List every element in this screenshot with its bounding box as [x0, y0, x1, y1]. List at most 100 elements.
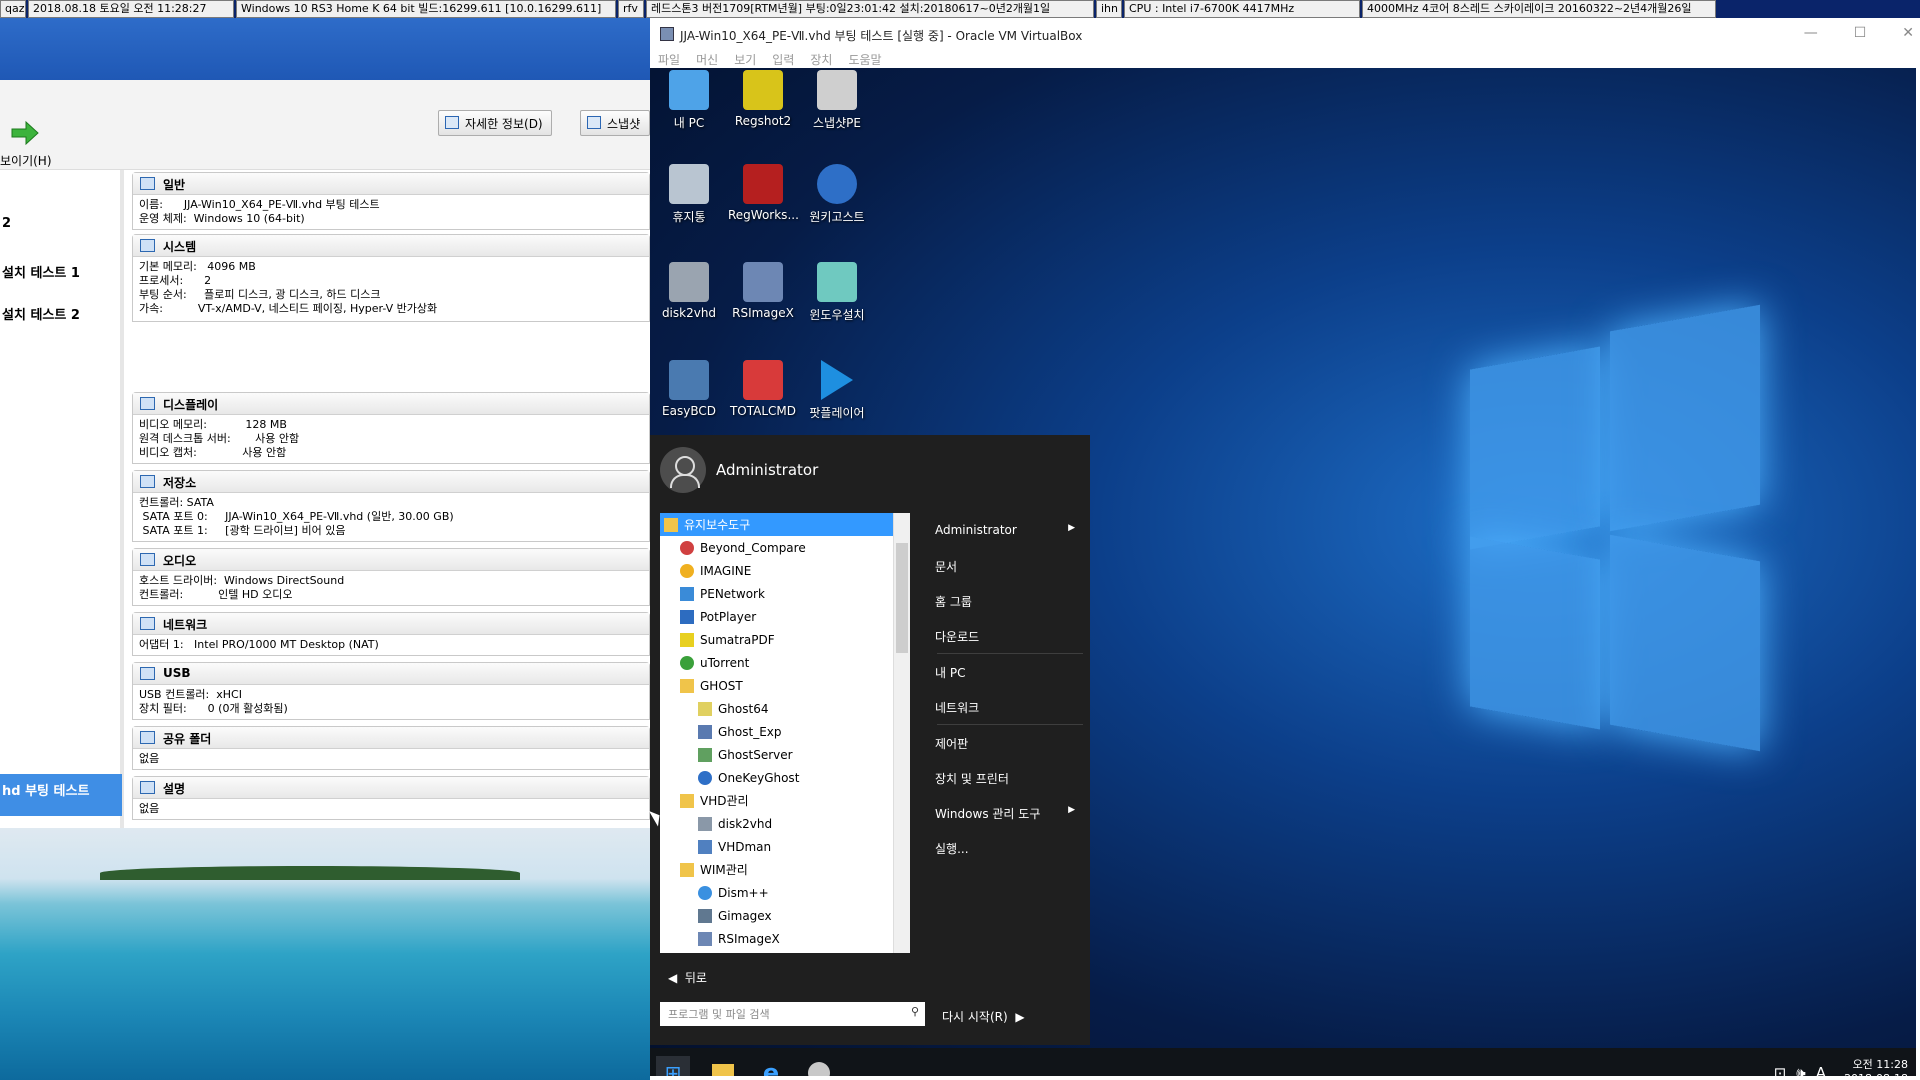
section-body: 컨트롤러: SATA SATA 포트 0: JJA-Win10_X64_PE-Ⅶ… [139, 496, 454, 537]
program-item[interactable]: Gimagex [660, 904, 910, 927]
volume-icon[interactable]: 🕪 [1796, 1064, 1805, 1076]
vm-list-item[interactable]: 2 [0, 216, 11, 231]
desktop-icon-potplayer[interactable]: 팟플레이어 [802, 360, 872, 421]
system-icon [140, 239, 155, 252]
vm-list-item[interactable]: 설치 테스트 2 [0, 304, 80, 323]
start-link-homegroup[interactable]: 홈 그룹 [935, 583, 1085, 618]
menu-view[interactable]: 보기 [734, 51, 756, 68]
start-link-run[interactable]: 실행... [935, 830, 1085, 865]
taskbar-ie[interactable]: e [754, 1056, 788, 1076]
program-folder[interactable]: GHOST [660, 674, 910, 697]
menu-input[interactable]: 입력 [772, 51, 794, 68]
rsimagex-icon [743, 262, 783, 302]
start-link-downloads[interactable]: 다운로드 [935, 618, 1085, 653]
vm-list-item-selected[interactable]: hd 부팅 테스트 [0, 774, 122, 816]
vm-window-titlebar[interactable]: JJA-Win10_X64_PE-Ⅶ.vhd 부팅 테스트 [실행 중] - O… [650, 18, 1920, 51]
status-os: Windows 10 RS3 Home K 64 bit 빌드:16299.61… [236, 0, 616, 18]
taskbar-explorer[interactable] [706, 1056, 740, 1076]
start-link-my-pc[interactable]: 내 PC [935, 654, 1085, 689]
program-folder[interactable]: VHD관리 [660, 789, 910, 812]
section-header[interactable]: 시스템 [133, 235, 649, 257]
start-link-control-panel[interactable]: 제어판 [935, 725, 1085, 760]
taskbar-clock[interactable]: 오전 11:282018-08-18 [1844, 1058, 1908, 1076]
desktop-icon-regshot[interactable]: Regshot2 [728, 70, 798, 128]
menu-help[interactable]: 도움말 [848, 51, 881, 68]
desktop-icon-disk2vhd[interactable]: disk2vhd [654, 262, 724, 320]
start-button[interactable]: ⊞ [656, 1056, 690, 1076]
section-header[interactable]: 디스플레이 [133, 393, 649, 415]
vm-window: JJA-Win10_X64_PE-Ⅶ.vhd 부팅 테스트 [실행 중] - O… [650, 18, 1920, 1080]
program-folder[interactable]: 유지보수도구 [660, 513, 910, 536]
desktop-icon-recycle-bin[interactable]: 휴지통 [654, 164, 724, 225]
program-item[interactable]: IMAGINE [660, 559, 910, 582]
details-button[interactable]: 자세한 정보(D) [438, 110, 552, 136]
desktop-icon-easybcd[interactable]: EasyBCD [654, 360, 724, 418]
program-item[interactable]: Ghost64 [660, 697, 910, 720]
start-link-devices[interactable]: 장치 및 프린터 [935, 760, 1085, 795]
desktop-icon-snapshot-pe[interactable]: 스냅샷PE [802, 70, 872, 131]
program-item[interactable]: PENetwork [660, 582, 910, 605]
section-header[interactable]: 저장소 [133, 471, 649, 493]
general-icon [140, 177, 155, 190]
program-item[interactable]: RSImageX [660, 927, 910, 950]
program-item[interactable]: OneKeyGhost [660, 766, 910, 789]
restart-button[interactable]: 다시 시작(R) ▶ [942, 1008, 1025, 1025]
snapshot-button[interactable]: 스냅샷 [580, 110, 650, 136]
desktop-icon-rsimagex[interactable]: RSImageX [728, 262, 798, 320]
network-icon[interactable]: ⊡ [1774, 1064, 1787, 1076]
start-link-documents[interactable]: 문서 [935, 548, 1085, 583]
close-icon[interactable]: ✕ [1902, 25, 1914, 41]
section-usb: USB USB 컨트롤러: xHCI 장치 필터: 0 (0개 활성화됨) [132, 662, 650, 720]
program-list-scrollbar[interactable] [893, 513, 910, 953]
program-item[interactable]: SumatraPDF [660, 628, 910, 651]
desktop-icon-totalcmd[interactable]: TOTALCMD [728, 360, 798, 418]
taskbar-app[interactable] [802, 1056, 836, 1076]
section-header[interactable]: 오디오 [133, 549, 649, 571]
start-link-admin-tools[interactable]: Windows 관리 도구 [935, 795, 1085, 830]
section-description: 설명 없음 [132, 776, 650, 820]
section-header[interactable]: 설명 [133, 777, 649, 799]
scroll-thumb[interactable] [896, 543, 908, 653]
show-button-label[interactable]: 보이기(H) [0, 152, 52, 169]
maximize-icon[interactable]: ☐ [1854, 25, 1867, 41]
section-header[interactable]: 네트워크 [133, 613, 649, 635]
program-list: 유지보수도구 Beyond_Compare IMAGINE PENetwork … [660, 513, 910, 953]
status-item: ihn [1096, 0, 1122, 18]
menu-devices[interactable]: 장치 [810, 51, 832, 68]
guest-desktop: 내 PC Regshot2 스냅샷PE 휴지통 RegWorks... 원키고스… [650, 68, 1916, 1076]
program-folder[interactable]: WIM관리 [660, 858, 910, 881]
desktop-icon-regworks[interactable]: RegWorks... [728, 164, 799, 222]
desktop-icon-my-pc[interactable]: 내 PC [654, 70, 724, 131]
minimize-icon[interactable]: — [1804, 25, 1818, 41]
show-arrow-icon[interactable] [10, 120, 40, 146]
program-item[interactable]: GhostServer [660, 743, 910, 766]
desktop-icon-onekeyghost[interactable]: 원키고스트 [802, 164, 872, 225]
section-header[interactable]: USB [133, 663, 649, 685]
program-item[interactable]: VHDman [660, 835, 910, 858]
program-item[interactable]: uTorrent [660, 651, 910, 674]
app-icon [808, 1062, 830, 1076]
start-link-user[interactable]: Administrator [935, 513, 1085, 548]
sumatra-icon [680, 632, 694, 647]
desktop-icon-windows-setup[interactable]: 윈도우설치 [802, 262, 872, 323]
menu-machine[interactable]: 머신 [696, 51, 718, 68]
vm-list-item[interactable]: 설치 테스트 1 [0, 262, 80, 281]
start-link-network[interactable]: 네트워크 [935, 689, 1085, 724]
window-controls: — ☐ ✕ [1804, 25, 1914, 41]
program-item[interactable]: PotPlayer [660, 605, 910, 628]
program-search-input[interactable]: 프로그램 및 파일 검색 ⚲ [660, 1002, 925, 1026]
back-button[interactable]: ◀ 뒤로 [668, 969, 707, 986]
section-shared-folders: 공유 폴더 없음 [132, 726, 650, 770]
section-header[interactable]: 공유 폴더 [133, 727, 649, 749]
program-item[interactable]: disk2vhd [660, 812, 910, 835]
section-header[interactable]: 일반 [133, 173, 649, 195]
section-body: 어댑터 1: Intel PRO/1000 MT Desktop (NAT) [139, 638, 379, 651]
program-item[interactable]: Dism++ [660, 881, 910, 904]
menu-file[interactable]: 파일 [658, 51, 680, 68]
program-item[interactable]: Ghost_Exp [660, 720, 910, 743]
play-icon [821, 360, 853, 400]
regshot-icon [743, 70, 783, 110]
ime-indicator[interactable]: A [1816, 1064, 1826, 1076]
start-user[interactable]: Administrator [660, 447, 818, 493]
program-item[interactable]: Beyond_Compare [660, 536, 910, 559]
